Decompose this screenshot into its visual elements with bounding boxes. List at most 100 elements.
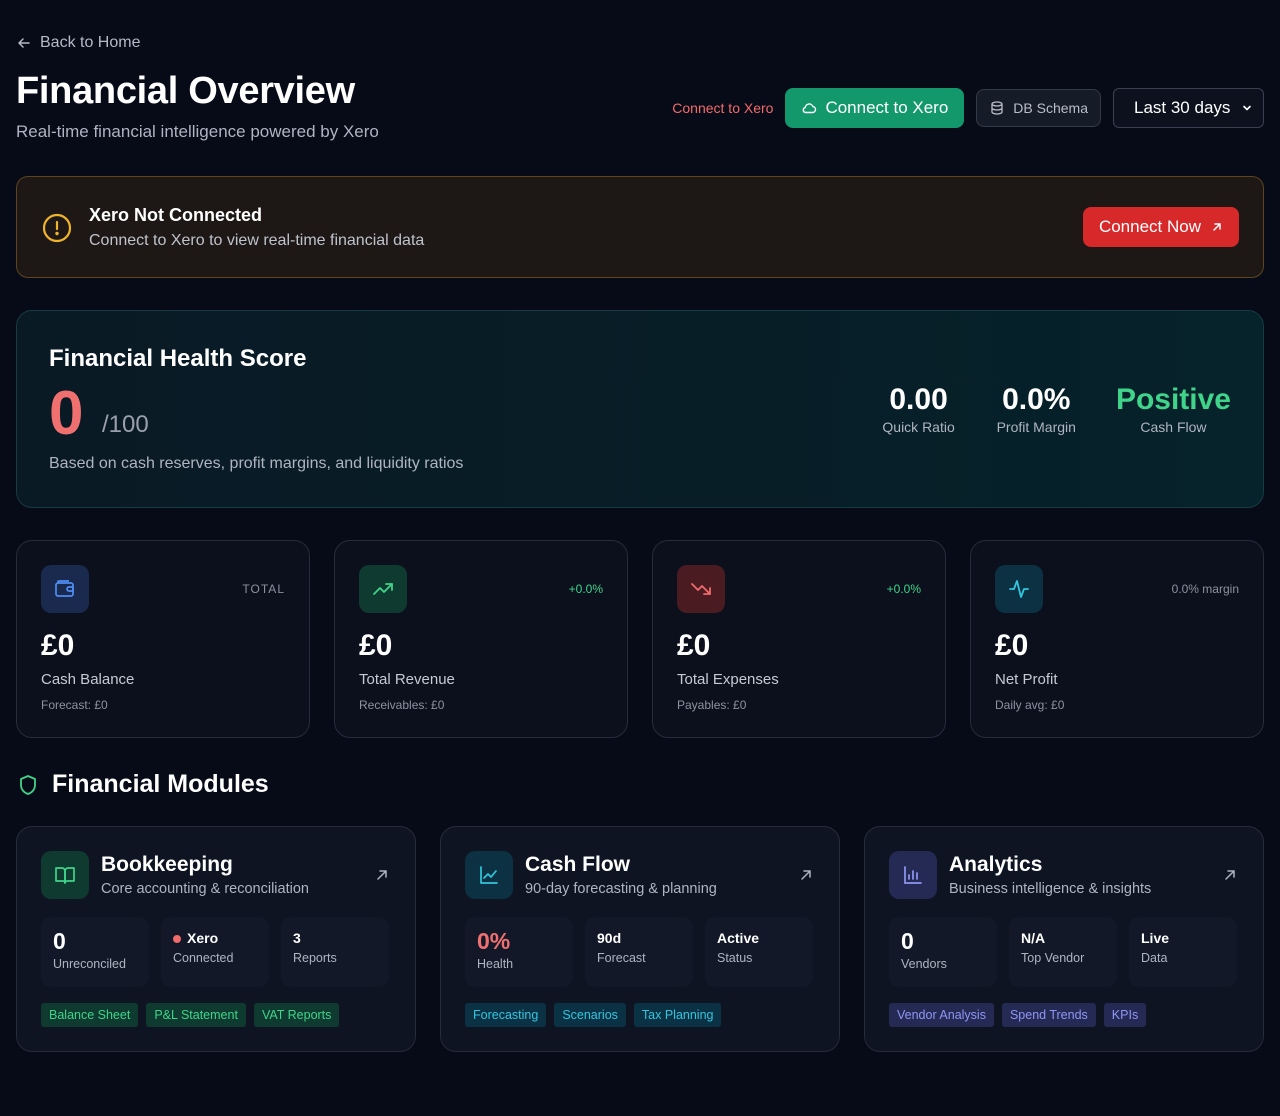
modules-heading-text: Financial Modules xyxy=(52,770,269,798)
stat-sub: Payables: £0 xyxy=(677,698,747,712)
metric-quick-ratio: 0.00 Quick Ratio xyxy=(881,383,957,435)
module-tag[interactable]: VAT Reports xyxy=(253,1003,340,1027)
stat-label: Total Expenses xyxy=(677,671,779,688)
back-to-home-link[interactable]: Back to Home xyxy=(16,34,140,52)
arrow-left-icon xyxy=(18,38,30,48)
stat-label: Total Revenue xyxy=(359,671,455,688)
stat-card-total-expenses: +0.0% £0 Total Expenses Payables: £0 xyxy=(652,540,946,738)
arrow-up-right-icon[interactable] xyxy=(799,868,813,882)
module-stat: N/A Top Vendor xyxy=(1009,917,1117,987)
module-stat-label: Status xyxy=(717,951,753,965)
module-stat-value: N/A xyxy=(1021,930,1046,946)
module-cash-flow[interactable]: Cash Flow 90-day forecasting & planning … xyxy=(440,826,840,1052)
module-stat-label: Connected xyxy=(173,951,234,965)
module-stat-value: 3 xyxy=(293,930,301,946)
stat-icon-box xyxy=(359,565,407,613)
stat-value: £0 xyxy=(41,629,75,662)
arrow-up-right-icon xyxy=(1213,223,1221,231)
module-icon-box xyxy=(889,851,937,899)
financial-health-panel: Financial Health Score 0 /100 Based on c… xyxy=(16,310,1264,508)
module-stat-label: Reports xyxy=(293,951,337,965)
health-title: Financial Health Score xyxy=(49,345,307,372)
page-subtitle: Real-time financial intelligence powered… xyxy=(16,122,379,141)
module-icon-box xyxy=(41,851,89,899)
module-tags: Forecasting Scenarios Tax Planning xyxy=(465,1003,722,1027)
module-stat-value: Xero xyxy=(173,929,257,947)
module-tags: Balance Sheet P&L Statement VAT Reports xyxy=(41,1003,340,1027)
stat-sub: Daily avg: £0 xyxy=(995,698,1065,712)
module-tag[interactable]: P&L Statement xyxy=(146,1003,246,1027)
arrow-up-right-icon[interactable] xyxy=(375,868,389,882)
shield-icon xyxy=(20,774,36,795)
module-stat-label: Unreconciled xyxy=(53,957,126,971)
wallet-icon xyxy=(55,580,74,597)
metric-label: Quick Ratio xyxy=(882,419,955,435)
module-tag[interactable]: Forecasting xyxy=(465,1003,547,1027)
back-label: Back to Home xyxy=(40,34,141,51)
alert-circle-icon xyxy=(42,213,72,243)
stat-tag: 0.0% margin xyxy=(1171,582,1239,596)
module-stat: Xero Connected xyxy=(161,917,269,987)
module-stat: Active Status xyxy=(705,917,813,987)
stat-card-total-revenue: +0.0% £0 Total Revenue Receivables: £0 xyxy=(334,540,628,738)
connect-xero-button[interactable]: Connect to Xero xyxy=(785,88,965,128)
module-tag[interactable]: Scenarios xyxy=(554,1003,626,1027)
connect-xero-label: Connect to Xero xyxy=(825,98,949,117)
health-score-max: /100 xyxy=(102,411,149,438)
bar-chart-icon xyxy=(904,866,922,884)
module-stat: 0 Vendors xyxy=(889,917,997,987)
activity-icon xyxy=(1009,580,1029,598)
xero-not-connected-alert: Xero Not Connected Connect to Xero to vi… xyxy=(16,176,1264,278)
trending-down-icon xyxy=(691,583,711,595)
module-stat-value: 0 xyxy=(53,928,66,954)
stat-card-net-profit: 0.0% margin £0 Net Profit Daily avg: £0 xyxy=(970,540,1264,738)
connect-now-label: Connect Now xyxy=(1098,217,1201,236)
stat-icon-box xyxy=(41,565,89,613)
db-schema-label: DB Schema xyxy=(1013,100,1088,116)
module-tag[interactable]: Tax Planning xyxy=(633,1003,722,1027)
book-open-icon xyxy=(55,867,75,884)
date-range-select[interactable]: Last 30 days xyxy=(1113,88,1264,128)
module-stat-value: 0% xyxy=(477,928,511,954)
module-stat-value: Active xyxy=(717,930,760,946)
stat-value: £0 xyxy=(677,629,711,662)
health-metrics: 0.00 Quick Ratio 0.0% Profit Margin Posi… xyxy=(881,383,1231,435)
stat-label: Net Profit xyxy=(995,671,1058,688)
module-bookkeeping[interactable]: Bookkeeping Core accounting & reconcilia… xyxy=(16,826,416,1052)
chevron-down-icon xyxy=(1243,105,1251,111)
alert-text: Connect to Xero to view real-time financ… xyxy=(89,232,425,249)
stat-card-cash-balance: TOTAL £0 Cash Balance Forecast: £0 xyxy=(16,540,310,738)
module-stat: 90d Forecast xyxy=(585,917,693,987)
modules-heading: Financial Modules xyxy=(16,770,269,799)
connect-now-button[interactable]: Connect Now xyxy=(1082,207,1239,247)
db-schema-button[interactable]: DB Schema xyxy=(976,89,1101,127)
module-stat-label: Top Vendor xyxy=(1021,951,1085,965)
line-chart-icon xyxy=(480,866,498,884)
stat-value: £0 xyxy=(359,629,393,662)
module-tag[interactable]: Balance Sheet xyxy=(41,1003,139,1027)
module-stats: 0 Vendors N/A Top Vendor Live Data xyxy=(889,917,1237,987)
health-score-value: 0 xyxy=(49,379,84,448)
module-stat-value: Live xyxy=(1141,930,1170,946)
module-tag[interactable]: KPIs xyxy=(1103,1003,1147,1027)
module-title: Cash Flow xyxy=(525,853,631,876)
stat-icon-box xyxy=(677,565,725,613)
module-tag[interactable]: Spend Trends xyxy=(1001,1003,1096,1027)
module-stat: 3 Reports xyxy=(281,917,389,987)
module-tag[interactable]: Vendor Analysis xyxy=(889,1003,994,1027)
module-tags: Vendor Analysis Spend Trends KPIs xyxy=(889,1003,1147,1027)
stat-sub: Receivables: £0 xyxy=(359,698,445,712)
module-stat: 0 Unreconciled xyxy=(41,917,149,987)
module-title: Analytics xyxy=(949,853,1043,876)
module-desc: Business intelligence & insights xyxy=(949,881,1152,897)
module-stats: 0% Health 90d Forecast Active Status xyxy=(465,917,813,987)
module-analytics[interactable]: Analytics Business intelligence & insigh… xyxy=(864,826,1264,1052)
status-dot xyxy=(173,935,181,944)
date-range-value: Last 30 days xyxy=(1134,98,1231,117)
module-stat-label: Data xyxy=(1141,951,1168,965)
page-title: Financial Overview xyxy=(16,70,355,112)
metric-label: Profit Margin xyxy=(996,419,1076,435)
metric-label: Cash Flow xyxy=(1140,419,1207,435)
module-stat-label: Health xyxy=(477,957,514,971)
arrow-up-right-icon[interactable] xyxy=(1223,868,1237,882)
